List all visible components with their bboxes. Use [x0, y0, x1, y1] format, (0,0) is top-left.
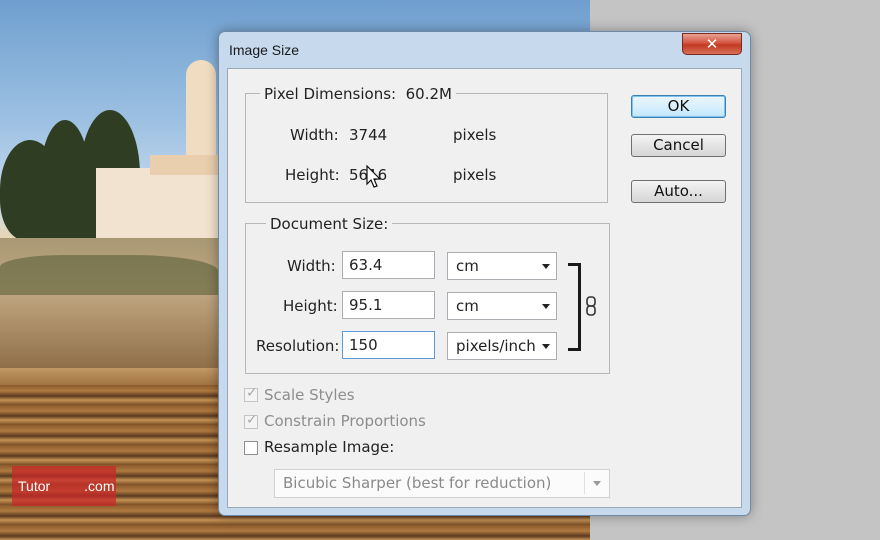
pixel-dimensions-size: 60.2M [405, 85, 452, 103]
pixel-width-unit: pixels [453, 126, 497, 144]
dialog-content: Pixel Dimensions: 60.2M Width: 3744 pixe… [227, 68, 742, 508]
pixel-height-label: Height: [285, 166, 340, 184]
close-icon: ✕ [705, 35, 719, 53]
document-size-legend: Document Size: [266, 215, 393, 233]
mouse-cursor-icon [366, 165, 382, 188]
auto-button[interactable]: Auto... [631, 180, 726, 203]
pixel-width-label: Width: [290, 126, 339, 144]
doc-height-unit-select[interactable]: cm [447, 292, 557, 320]
constrain-proportions-label: Constrain Proportions [264, 412, 426, 430]
cancel-button[interactable]: Cancel [631, 134, 726, 157]
resolution-unit-select[interactable]: pixels/inch [447, 332, 557, 360]
link-bracket [568, 263, 581, 351]
pixel-dimensions-legend: Pixel Dimensions: 60.2M [260, 85, 456, 103]
pixel-dimensions-group [245, 93, 608, 203]
chevron-down-icon [593, 481, 601, 486]
resample-image-checkbox[interactable] [244, 441, 258, 455]
scale-styles-label: Scale Styles [264, 386, 355, 404]
resolution-label: Resolution: [256, 337, 340, 355]
doc-height-label: Height: [283, 297, 338, 315]
chain-link-icon[interactable] [585, 296, 597, 320]
chevron-down-icon [542, 304, 550, 309]
resample-method-select[interactable]: Bicubic Sharper (best for reduction) [274, 469, 610, 498]
chevron-down-icon [542, 344, 550, 349]
title-bar[interactable]: Image Size ✕ [219, 32, 750, 68]
chevron-down-icon [542, 264, 550, 269]
constrain-proportions-checkbox[interactable]: ✓ [244, 412, 258, 429]
pixel-width-value: 3744 [349, 126, 388, 144]
doc-height-input[interactable]: 95.1 [342, 291, 435, 319]
doc-width-input[interactable]: 63.4 [342, 251, 435, 279]
resolution-input[interactable]: 150 [342, 331, 435, 359]
doc-width-label: Width: [287, 257, 336, 275]
scale-styles-checkbox[interactable]: ✓ [244, 385, 258, 402]
watermark-logo: Tutor .com [12, 466, 116, 506]
dialog-title: Image Size [229, 42, 300, 58]
ok-button[interactable]: OK [631, 95, 726, 118]
doc-width-unit-select[interactable]: cm [447, 252, 557, 280]
resample-image-label: Resample Image: [264, 438, 395, 456]
close-button[interactable]: ✕ [682, 33, 742, 55]
image-size-dialog: Image Size ✕ Pixel Dimensions: 60.2M Wid… [218, 31, 751, 516]
pixel-height-unit: pixels [453, 166, 497, 184]
